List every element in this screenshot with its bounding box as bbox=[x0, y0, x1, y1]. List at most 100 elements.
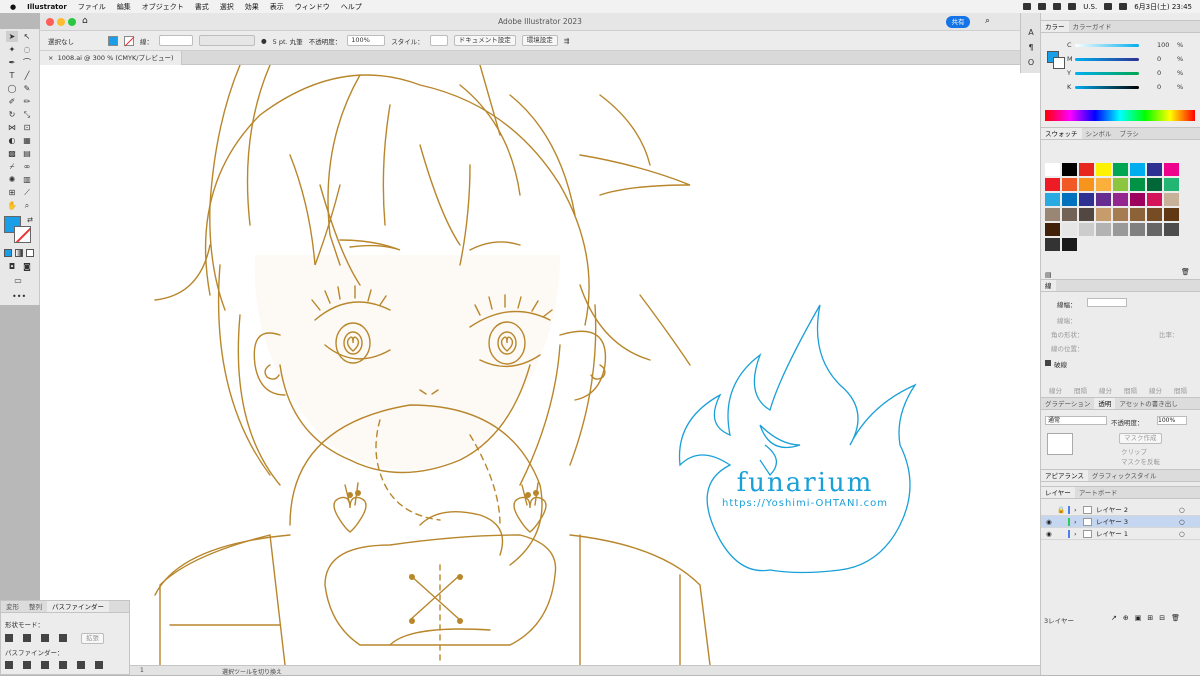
minus-front-icon[interactable] bbox=[23, 634, 31, 642]
artboard-canvas[interactable]: funarium https://Yoshimi-OHTANI.com bbox=[40, 65, 1040, 665]
unite-icon[interactable] bbox=[5, 634, 13, 642]
magic-wand-icon[interactable]: ✦ bbox=[6, 44, 18, 55]
pen-tool-icon[interactable]: ✒ bbox=[6, 57, 18, 68]
gradient-mode-icon[interactable] bbox=[15, 249, 23, 257]
opacity-field[interactable]: 100% bbox=[347, 35, 386, 46]
merge-icon[interactable] bbox=[41, 661, 49, 669]
layer-row[interactable]: ◉ › レイヤー 3 ○ bbox=[1041, 516, 1200, 528]
character-panel-icon[interactable]: A bbox=[1025, 27, 1037, 38]
tab-swatches[interactable]: スウォッチ bbox=[1041, 128, 1082, 139]
color-swatch[interactable] bbox=[1045, 238, 1060, 251]
color-swatch[interactable] bbox=[1045, 208, 1060, 221]
channel-y-slider[interactable] bbox=[1075, 72, 1139, 75]
color-swatch[interactable] bbox=[1096, 163, 1111, 176]
color-swatch[interactable] bbox=[1079, 163, 1094, 176]
color-swatch[interactable] bbox=[1164, 178, 1179, 191]
color-panel-stroke[interactable] bbox=[1053, 57, 1065, 69]
menu-app[interactable]: Illustrator bbox=[27, 3, 67, 11]
type-tool-icon[interactable]: T bbox=[6, 70, 18, 81]
line-tool-icon[interactable]: ╱ bbox=[21, 70, 33, 81]
transparency-opacity-field[interactable]: 100% bbox=[1157, 416, 1187, 425]
layer-name[interactable]: レイヤー 2 bbox=[1096, 504, 1128, 516]
channel-y-value[interactable]: 0 bbox=[1157, 69, 1161, 77]
make-mask-button[interactable]: マスク作成 bbox=[1119, 433, 1162, 444]
menu-type[interactable]: 書式 bbox=[195, 2, 209, 12]
apple-icon[interactable]: ● bbox=[10, 3, 16, 11]
paragraph-panel-icon[interactable]: ¶ bbox=[1025, 42, 1037, 53]
creative-cloud-icon[interactable] bbox=[1023, 3, 1032, 10]
edit-toolbar-icon[interactable]: ••• bbox=[12, 291, 26, 302]
layer-row[interactable]: ◉ › レイヤー 1 ○ bbox=[1041, 528, 1200, 540]
arrange-icon[interactable]: ⇶ bbox=[564, 37, 569, 45]
tab-transform[interactable]: 変形 bbox=[1, 601, 24, 612]
color-swatch[interactable] bbox=[1147, 193, 1162, 206]
expand-button[interactable]: 拡張 bbox=[81, 633, 104, 644]
tab-stroke[interactable]: 線 bbox=[1041, 280, 1056, 291]
tab-gradient[interactable]: グラデーション bbox=[1041, 398, 1094, 409]
paintbrush-tool-icon[interactable]: ✎ bbox=[21, 83, 33, 94]
close-tab-icon[interactable]: × bbox=[48, 54, 53, 62]
color-swatch[interactable] bbox=[1130, 223, 1145, 236]
battery-icon[interactable] bbox=[1068, 3, 1077, 10]
draw-mode-icon[interactable]: ◘ bbox=[6, 261, 18, 272]
blend-mode-select[interactable]: 通常 bbox=[1045, 416, 1107, 425]
tab-artboards[interactable]: アートボード bbox=[1075, 487, 1122, 498]
artboard-tool-icon[interactable]: ⊞ bbox=[6, 187, 18, 198]
trim-icon[interactable] bbox=[23, 661, 31, 669]
none-mode-icon[interactable] bbox=[26, 249, 34, 257]
stroke-weight-input[interactable] bbox=[1087, 298, 1127, 307]
screen-mode-icon[interactable]: ▭ bbox=[12, 275, 24, 286]
control-center-icon[interactable] bbox=[1119, 3, 1128, 10]
hand-tool-icon[interactable]: ✋ bbox=[6, 200, 18, 211]
perspective-grid-icon[interactable]: ▦ bbox=[21, 135, 33, 146]
outline-icon[interactable] bbox=[77, 661, 85, 669]
pencil-tool-icon[interactable]: ✏ bbox=[21, 96, 33, 107]
ellipse-tool-icon[interactable]: ◯ bbox=[6, 83, 18, 94]
menu-object[interactable]: オブジェクト bbox=[142, 2, 184, 12]
color-swatch[interactable] bbox=[1079, 178, 1094, 191]
tab-color-guide[interactable]: カラーガイド bbox=[1069, 21, 1116, 32]
menu-file[interactable]: ファイル bbox=[78, 2, 106, 12]
gradient-tool-icon[interactable]: ▤ bbox=[21, 148, 33, 159]
lock-icon[interactable]: 🔒 bbox=[1057, 504, 1065, 516]
menu-effect[interactable]: 効果 bbox=[245, 2, 259, 12]
channel-k-value[interactable]: 0 bbox=[1157, 83, 1161, 91]
visibility-icon[interactable]: ◉ bbox=[1046, 528, 1052, 540]
shaper-tool-icon[interactable]: ✐ bbox=[6, 96, 18, 107]
document-tab[interactable]: × 1008.ai @ 300 % (CMYK/プレビュー) bbox=[40, 51, 183, 65]
color-swatch[interactable] bbox=[1147, 178, 1162, 191]
color-swatch[interactable] bbox=[1062, 178, 1077, 191]
layer-name[interactable]: レイヤー 3 bbox=[1096, 516, 1128, 528]
menu-select[interactable]: 選択 bbox=[220, 2, 234, 12]
color-swatch[interactable] bbox=[1130, 163, 1145, 176]
mesh-tool-icon[interactable]: ▩ bbox=[6, 148, 18, 159]
channel-m-value[interactable]: 0 bbox=[1157, 55, 1161, 63]
channel-c-slider[interactable] bbox=[1075, 44, 1139, 47]
menu-view[interactable]: 表示 bbox=[270, 2, 284, 12]
color-swatch[interactable] bbox=[1045, 193, 1060, 206]
stroke-color-box[interactable] bbox=[14, 226, 31, 243]
expand-layer-icon[interactable]: › bbox=[1074, 516, 1077, 528]
color-swatch[interactable] bbox=[1113, 193, 1128, 206]
draw-behind-icon[interactable]: ◙ bbox=[21, 261, 33, 272]
tab-symbols[interactable]: シンボル bbox=[1082, 128, 1116, 139]
crop-icon[interactable] bbox=[59, 661, 67, 669]
dashed-checkbox[interactable] bbox=[1045, 360, 1051, 366]
selection-tool-icon[interactable]: ➤ bbox=[6, 31, 18, 42]
target-icon[interactable]: ○ bbox=[1179, 516, 1185, 528]
search-icon[interactable]: ⌕ bbox=[985, 16, 990, 26]
free-transform-icon[interactable]: ⊡ bbox=[21, 122, 33, 133]
color-swatch[interactable] bbox=[1096, 223, 1111, 236]
graphic-style-picker[interactable] bbox=[429, 35, 448, 46]
opentype-panel-icon[interactable]: O bbox=[1025, 57, 1037, 68]
tab-graphic-styles[interactable]: グラフィックスタイル bbox=[1088, 470, 1161, 481]
tab-pathfinder[interactable]: パスファインダー bbox=[47, 601, 109, 612]
document-setup-button[interactable]: ドキュメント設定 bbox=[453, 35, 516, 46]
menu-window[interactable]: ウィンドウ bbox=[295, 2, 330, 12]
exclude-icon[interactable] bbox=[59, 634, 67, 642]
color-swatch[interactable] bbox=[1164, 193, 1179, 206]
width-tool-icon[interactable]: ⋈ bbox=[6, 122, 18, 133]
color-swatch[interactable] bbox=[1130, 193, 1145, 206]
tab-color[interactable]: カラー bbox=[1041, 21, 1069, 32]
blend-tool-icon[interactable]: ∞ bbox=[21, 161, 33, 172]
